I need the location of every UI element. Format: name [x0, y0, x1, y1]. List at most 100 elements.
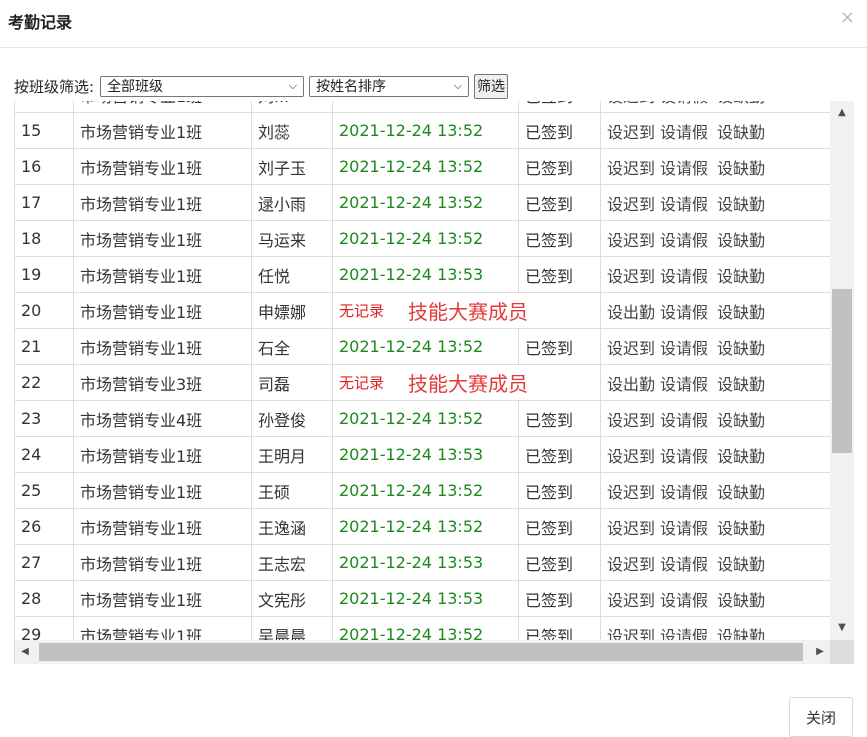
action-set-primary[interactable]: 设出勤	[607, 299, 655, 323]
row-student-name: 吴晨晨	[252, 617, 333, 640]
action-set-leave[interactable]: 设请假	[660, 227, 708, 251]
action-set-primary[interactable]: 设迟到	[607, 155, 655, 179]
row-number: 21	[15, 329, 74, 364]
action-set-leave[interactable]: 设请假	[660, 119, 708, 143]
action-set-absent[interactable]: 设缺勤	[717, 623, 765, 641]
action-set-leave[interactable]: 设请假	[660, 515, 708, 539]
action-set-leave[interactable]: 设请假	[660, 263, 708, 287]
action-set-primary[interactable]: 设迟到	[607, 479, 655, 503]
action-set-primary[interactable]: 设迟到	[607, 263, 655, 287]
action-set-absent[interactable]: 设缺勤	[717, 155, 765, 179]
row-student-name: 刘子玉	[252, 149, 333, 184]
action-set-primary[interactable]: 设出勤	[607, 371, 655, 395]
row-number: 19	[15, 257, 74, 292]
action-set-absent[interactable]: 设缺勤	[717, 263, 765, 287]
action-set-leave[interactable]: 设请假	[660, 371, 708, 395]
no-record-label: 无记录	[339, 374, 385, 392]
action-set-primary[interactable]: 设迟到	[607, 119, 655, 143]
row-sign-time: 2021-12-24 13:53	[333, 257, 519, 292]
table-row: 26 市场营销专业1班 王逸涵 2021-12-24 13:52 已签到 设迟到 设请假 设缺…	[15, 509, 830, 545]
row-actions: 设迟到设请假设缺勤	[601, 401, 830, 436]
action-set-absent[interactable]: 设缺勤	[717, 551, 765, 575]
action-set-leave[interactable]: 设请假	[660, 191, 708, 215]
row-class: 市场营销专业1班	[74, 329, 252, 364]
row-number: 16	[15, 149, 74, 184]
row-status: 已签到	[519, 617, 601, 640]
row-status: 已签到	[519, 221, 601, 256]
action-set-primary[interactable]: 设迟到	[607, 551, 655, 575]
row-number: 26	[15, 509, 74, 544]
action-set-absent[interactable]: 设缺勤	[717, 299, 765, 323]
action-set-leave[interactable]: 设请假	[660, 479, 708, 503]
row-student-name: 任悦	[252, 257, 333, 292]
action-set-leave[interactable]: 设请假	[660, 101, 708, 107]
action-set-absent[interactable]: 设缺勤	[717, 227, 765, 251]
action-set-leave[interactable]: 设请假	[660, 407, 708, 431]
scroll-down-arrow-icon[interactable]: ▼	[830, 620, 854, 636]
table-viewport: 14市场营销专业1班刘...已签到设迟到设请假设缺勤15市场营销专业1班刘蕊20…	[15, 101, 830, 640]
action-set-primary[interactable]: 设迟到	[607, 191, 655, 215]
action-set-absent[interactable]: 设缺勤	[717, 587, 765, 611]
action-set-absent[interactable]: 设缺勤	[717, 407, 765, 431]
table-body: 14市场营销专业1班刘...已签到设迟到设请假设缺勤15市场营销专业1班刘蕊20…	[15, 101, 830, 640]
action-set-leave[interactable]: 设请假	[660, 299, 708, 323]
action-set-leave[interactable]: 设请假	[660, 551, 708, 575]
scroll-left-arrow-icon[interactable]: ◀	[15, 640, 35, 664]
action-set-leave[interactable]: 设请假	[660, 443, 708, 467]
row-number: 15	[15, 113, 74, 148]
action-set-primary[interactable]: 设迟到	[607, 101, 655, 107]
horizontal-scroll-thumb[interactable]	[39, 643, 803, 661]
action-set-absent[interactable]: 设缺勤	[717, 371, 765, 395]
action-set-leave[interactable]: 设请假	[660, 155, 708, 179]
close-icon[interactable]: ×	[840, 8, 855, 28]
row-student-name: 王硕	[252, 473, 333, 508]
action-set-primary[interactable]: 设迟到	[607, 587, 655, 611]
row-status: 已签到	[519, 473, 601, 508]
row-sign-time: 2021-12-24 13:52	[333, 221, 519, 256]
class-select[interactable]: 全部班级 ⌵	[100, 75, 305, 97]
action-set-primary[interactable]: 设迟到	[607, 335, 655, 359]
action-set-leave[interactable]: 设请假	[660, 587, 708, 611]
row-class: 市场营销专业1班	[74, 101, 252, 112]
row-actions: 设迟到设请假 设缺勤	[601, 101, 830, 112]
action-set-primary[interactable]: 设迟到	[607, 227, 655, 251]
row-status: 已签到	[519, 509, 601, 544]
action-set-absent[interactable]: 设缺勤	[717, 191, 765, 215]
action-set-absent[interactable]: 设缺勤	[717, 515, 765, 539]
row-student-name: 逯小雨	[252, 185, 333, 220]
action-set-primary[interactable]: 设迟到	[607, 623, 655, 641]
row-note: 技能大赛成员	[408, 300, 529, 324]
action-set-primary[interactable]: 设迟到	[607, 515, 655, 539]
action-set-absent[interactable]: 设缺勤	[717, 119, 765, 143]
row-student-name: 申嫖娜	[252, 293, 333, 328]
attendance-table: 14市场营销专业1班刘...已签到设迟到设请假设缺勤15市场营销专业1班刘蕊20…	[14, 101, 854, 664]
sort-select[interactable]: 按姓名排序 ⌵	[309, 75, 470, 97]
action-set-primary[interactable]: 设迟到	[607, 443, 655, 467]
filter-button[interactable]: 筛选	[474, 73, 509, 99]
row-status: 已签到	[519, 545, 601, 580]
vertical-scrollbar[interactable]: ▲ ▼	[830, 101, 854, 640]
action-set-absent[interactable]: 设缺勤	[717, 101, 765, 107]
scroll-right-arrow-icon[interactable]: ▶	[810, 640, 830, 664]
table-row: 29 市场营销专业1班 吴晨晨 2021-12-24 13:52 已签到 设迟到 设请假 设缺…	[15, 617, 830, 640]
no-record-label: 无记录	[339, 302, 385, 320]
row-time-cell: 无记录 技能大赛成员	[333, 365, 601, 400]
row-class: 市场营销专业1班	[74, 581, 252, 616]
row-number: 23	[15, 401, 74, 436]
action-set-absent[interactable]: 设缺勤	[717, 479, 765, 503]
action-set-leave[interactable]: 设请假	[660, 335, 708, 359]
action-set-absent[interactable]: 设缺勤	[717, 443, 765, 467]
scroll-up-arrow-icon[interactable]: ▲	[830, 105, 854, 121]
chevron-down-icon: ⌵	[288, 79, 298, 92]
action-set-absent[interactable]: 设缺勤	[717, 335, 765, 359]
action-set-primary[interactable]: 设迟到	[607, 407, 655, 431]
action-set-leave[interactable]: 设请假	[660, 623, 708, 641]
row-sign-time: 2021-12-24 13:52	[333, 401, 519, 436]
row-status: 已签到	[519, 149, 601, 184]
close-button[interactable]: 关闭	[789, 697, 853, 737]
row-sign-time: 2021-12-24 13:52	[333, 617, 519, 640]
scrollbar-corner	[830, 640, 854, 664]
row-actions: 设迟到设请假设缺勤	[601, 113, 830, 148]
horizontal-scrollbar[interactable]: ◀ ▶	[15, 640, 830, 664]
vertical-scroll-thumb[interactable]	[832, 289, 852, 453]
